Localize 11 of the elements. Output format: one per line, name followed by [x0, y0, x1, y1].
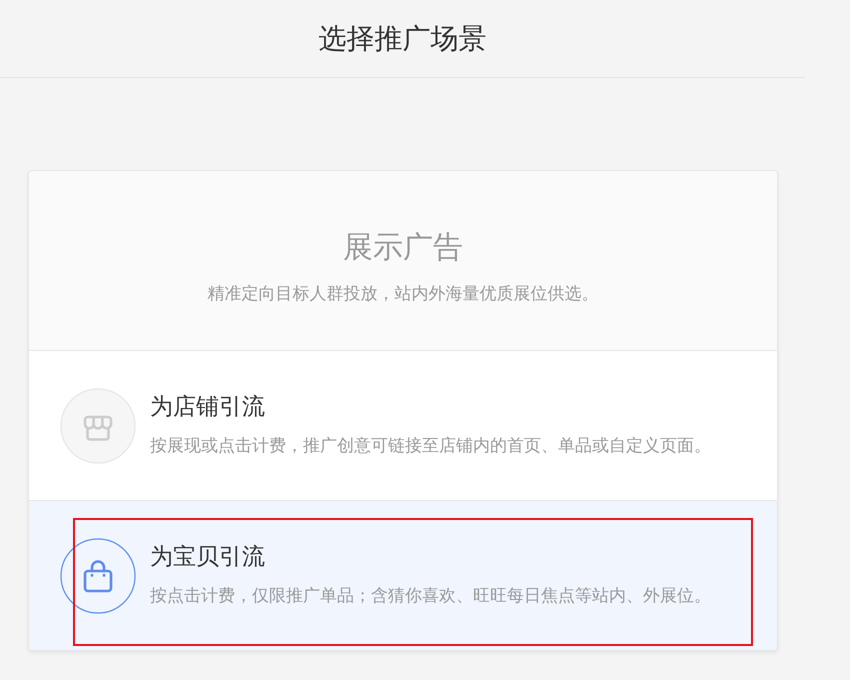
option-description: 按展现或点击计费，推广创意可链接至店铺内的首页、单品或自定义页面。 [150, 434, 711, 456]
option-title: 为店铺引流 [150, 392, 266, 422]
scene-option[interactable]: 为店铺引流 按展现或点击计费，推广创意可链接至店铺内的首页、单品或自定义页面。 [29, 351, 777, 501]
option-description: 按点击计费，仅限推广单品；含猜你喜欢、旺旺每日焦点等站内、外展位。 [150, 584, 711, 606]
scene-option[interactable]: 为宝贝引流 按点击计费，仅限推广单品；含猜你喜欢、旺旺每日焦点等站内、外展位。 [29, 501, 777, 650]
banner-description: 精准定向目标人群投放，站内外海量优质展位供选。 [208, 282, 598, 304]
option-title: 为宝贝引流 [150, 542, 266, 572]
shopping-bag-icon [60, 538, 136, 614]
page-title: 选择推广场景 [318, 20, 486, 56]
store-icon [60, 388, 136, 464]
banner-title: 展示广告 [343, 228, 463, 266]
